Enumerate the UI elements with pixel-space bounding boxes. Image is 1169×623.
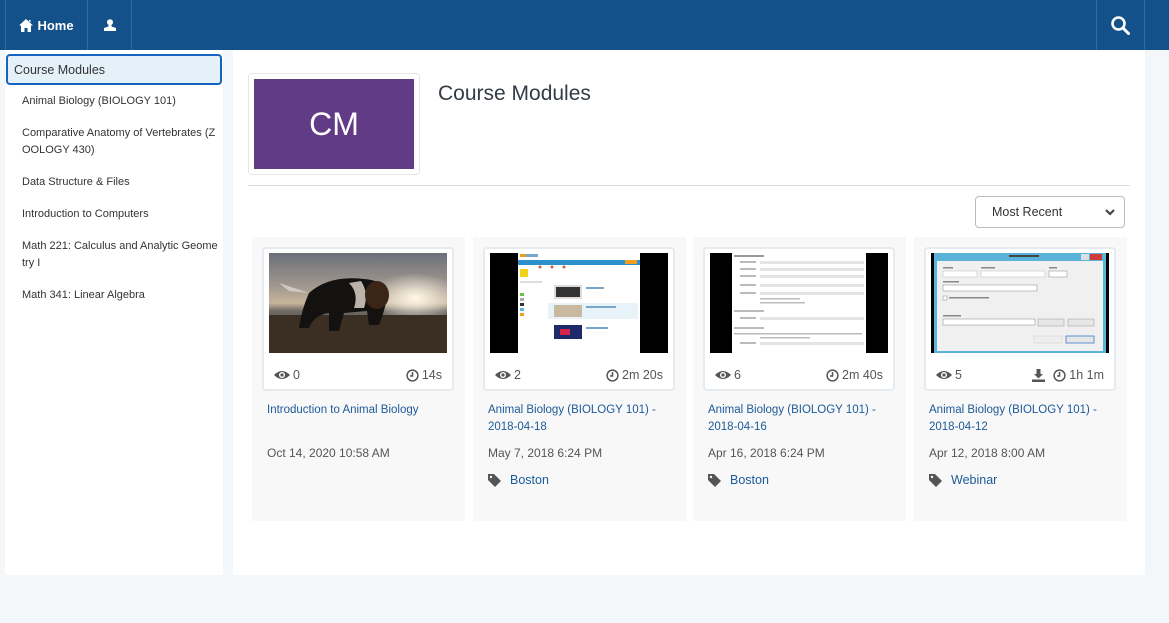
eye-icon bbox=[715, 371, 731, 379]
tag-icon bbox=[488, 473, 501, 487]
download-icon[interactable] bbox=[1032, 368, 1046, 382]
thumbnail-puppy-on-beach bbox=[269, 253, 447, 353]
tag-icon bbox=[708, 473, 721, 487]
media-card: 0 14s Introduction to Animal Biology Oct… bbox=[252, 237, 465, 521]
home-label: Home bbox=[37, 17, 74, 33]
chevron-down-icon bbox=[1105, 209, 1115, 216]
media-date: Apr 12, 2018 8:00 AM bbox=[929, 446, 1046, 460]
media-thumbnail-link[interactable]: 5 1h 1m bbox=[924, 247, 1116, 391]
media-card: 5 1h 1m Animal Biology (BIOLOGY 101) - 2… bbox=[914, 237, 1127, 521]
duration-value: 2m 40s bbox=[842, 368, 883, 382]
home-button[interactable]: Home bbox=[5, 0, 88, 50]
media-card: 2 2m 20s Animal Biology (BIOLOGY 101) - … bbox=[473, 237, 686, 521]
sort-selected-value: Most Recent bbox=[992, 205, 1063, 219]
duration-value: 2m 20s bbox=[622, 368, 663, 382]
view-count-value: 6 bbox=[734, 368, 741, 382]
tag-icon bbox=[929, 473, 942, 487]
media-date: Apr 16, 2018 6:24 PM bbox=[708, 446, 825, 460]
clock-icon bbox=[1053, 368, 1066, 382]
sidebar-item-data-structure[interactable]: Data Structure & Files bbox=[22, 174, 218, 191]
view-count-value: 2 bbox=[514, 368, 521, 382]
view-count: 5 bbox=[936, 368, 962, 382]
duration: 2m 40s bbox=[826, 368, 883, 382]
sort-select[interactable]: Most Recent bbox=[975, 196, 1125, 228]
media-title-link[interactable]: Animal Biology (BIOLOGY 101) - 2018-04-1… bbox=[708, 402, 898, 436]
search-button[interactable] bbox=[1096, 0, 1145, 50]
tag-link[interactable]: Boston bbox=[730, 473, 769, 487]
thumbnail-mediasite-portal bbox=[490, 253, 668, 353]
sidebar-item-course-modules[interactable]: Course Modules bbox=[6, 54, 222, 85]
media-title-link[interactable]: Introduction to Animal Biology bbox=[267, 402, 457, 419]
media-tag: Boston bbox=[708, 473, 769, 487]
view-count: 6 bbox=[715, 368, 741, 382]
user-icon bbox=[103, 19, 116, 31]
duration-value: 1h 1m bbox=[1069, 368, 1104, 382]
clock-icon bbox=[406, 368, 419, 382]
sidebar-item-math-341[interactable]: Math 341: Linear Algebra bbox=[22, 287, 218, 304]
media-thumbnail-link[interactable]: 6 2m 40s bbox=[703, 247, 895, 391]
sidebar-list: Animal Biology (BIOLOGY 101) Comparative… bbox=[22, 93, 218, 319]
media-date: May 7, 2018 6:24 PM bbox=[488, 446, 603, 460]
media-date: Oct 14, 2020 10:58 AM bbox=[267, 446, 390, 460]
media-thumbnail-link[interactable]: 0 14s bbox=[262, 247, 454, 391]
sidebar-item-animal-biology[interactable]: Animal Biology (BIOLOGY 101) bbox=[22, 93, 218, 110]
thumbnail-edit-site-binding bbox=[931, 253, 1109, 353]
eye-icon bbox=[274, 371, 290, 379]
sidebar: Course Modules Animal Biology (BIOLOGY 1… bbox=[5, 50, 223, 575]
tag-link[interactable]: Webinar bbox=[951, 473, 997, 487]
clock-icon bbox=[606, 368, 619, 382]
channel-logo: CM bbox=[254, 79, 414, 169]
eye-icon bbox=[495, 371, 511, 379]
channel-logo-frame: CM bbox=[248, 73, 420, 175]
page-title: Course Modules bbox=[438, 82, 591, 105]
duration: 2m 20s bbox=[606, 368, 663, 382]
sidebar-item-comparative-anatomy[interactable]: Comparative Anatomy of Vertebrates (ZOOL… bbox=[22, 125, 218, 159]
view-count: 0 bbox=[274, 368, 300, 382]
thumbnail-configuration-form bbox=[710, 253, 888, 353]
main-panel: CM Course Modules Most Recent 0 14s Intr… bbox=[233, 50, 1145, 575]
media-tag: Webinar bbox=[929, 473, 997, 487]
top-navbar: Home bbox=[0, 0, 1169, 50]
media-title-link[interactable]: Animal Biology (BIOLOGY 101) - 2018-04-1… bbox=[488, 402, 678, 436]
view-count-value: 5 bbox=[955, 368, 962, 382]
media-card: 6 2m 40s Animal Biology (BIOLOGY 101) - … bbox=[693, 237, 906, 521]
view-count-value: 0 bbox=[293, 368, 300, 382]
eye-icon bbox=[936, 371, 952, 379]
clock-icon bbox=[826, 368, 839, 382]
sidebar-item-intro-computers[interactable]: Introduction to Computers bbox=[22, 206, 218, 223]
sidebar-item-math-221[interactable]: Math 221: Calculus and Analytic Geometry… bbox=[22, 238, 218, 272]
duration-value: 14s bbox=[421, 368, 442, 382]
header-divider bbox=[248, 185, 1130, 186]
tag-link[interactable]: Boston bbox=[510, 473, 549, 487]
home-icon bbox=[19, 18, 34, 32]
view-count: 2 bbox=[495, 368, 521, 382]
media-thumbnail-link[interactable]: 2 2m 20s bbox=[483, 247, 675, 391]
user-button[interactable] bbox=[88, 0, 132, 50]
duration: 14s bbox=[406, 368, 442, 382]
duration: 1h 1m bbox=[1032, 368, 1104, 382]
search-icon bbox=[1111, 15, 1130, 35]
media-tag: Boston bbox=[488, 473, 549, 487]
media-title-link[interactable]: Animal Biology (BIOLOGY 101) - 2018-04-1… bbox=[929, 402, 1119, 436]
